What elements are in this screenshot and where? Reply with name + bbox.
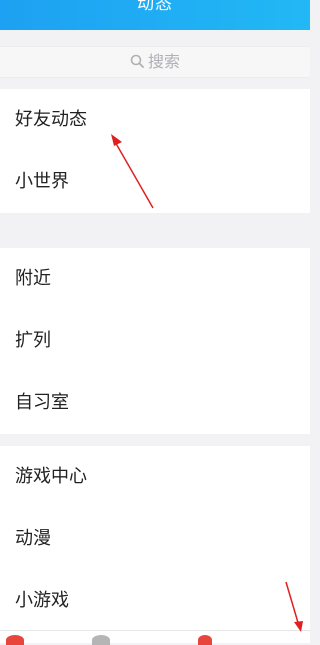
menu-group-3: 游戏中心 动漫 小游戏 bbox=[0, 446, 310, 632]
page-title: 动态 bbox=[137, 0, 173, 14]
menu-item-label: 附近 bbox=[15, 268, 51, 289]
search-input[interactable]: 搜索 bbox=[0, 46, 310, 78]
menu-item-small-world[interactable]: 小世界 bbox=[0, 151, 310, 213]
search-placeholder: 搜索 bbox=[147, 52, 180, 71]
menu-item-game-center[interactable]: 游戏中心 bbox=[0, 446, 310, 508]
menu-item-label: 好友动态 bbox=[15, 109, 87, 130]
menu-item-label: 小游戏 bbox=[15, 590, 69, 611]
menu-group-1: 好友动态 小世界 bbox=[0, 89, 310, 213]
menu-item-anime[interactable]: 动漫 bbox=[0, 508, 310, 570]
menu-item-label: 动漫 bbox=[15, 528, 51, 549]
menu-item-mini-games[interactable]: 小游戏 bbox=[0, 570, 310, 632]
tab-icon[interactable] bbox=[198, 635, 212, 645]
tab-icon[interactable] bbox=[6, 635, 24, 645]
bottom-tab-bar bbox=[0, 630, 310, 645]
search-area: 搜索 bbox=[0, 30, 310, 88]
menu-item-label: 游戏中心 bbox=[15, 466, 87, 487]
menu-item-label: 自习室 bbox=[15, 392, 69, 413]
menu-item-expand-list[interactable]: 扩列 bbox=[0, 310, 310, 372]
tab-icon[interactable] bbox=[92, 635, 110, 645]
top-header: 动态 bbox=[0, 0, 310, 30]
menu-group-2: 附近 扩列 自习室 bbox=[0, 248, 310, 434]
menu-item-study-room[interactable]: 自习室 bbox=[0, 372, 310, 434]
menu-item-label: 小世界 bbox=[15, 171, 69, 192]
menu-item-nearby[interactable]: 附近 bbox=[0, 248, 310, 310]
search-icon bbox=[130, 54, 144, 68]
menu-item-friend-feed[interactable]: 好友动态 bbox=[0, 89, 310, 151]
menu-item-label: 扩列 bbox=[15, 330, 51, 351]
